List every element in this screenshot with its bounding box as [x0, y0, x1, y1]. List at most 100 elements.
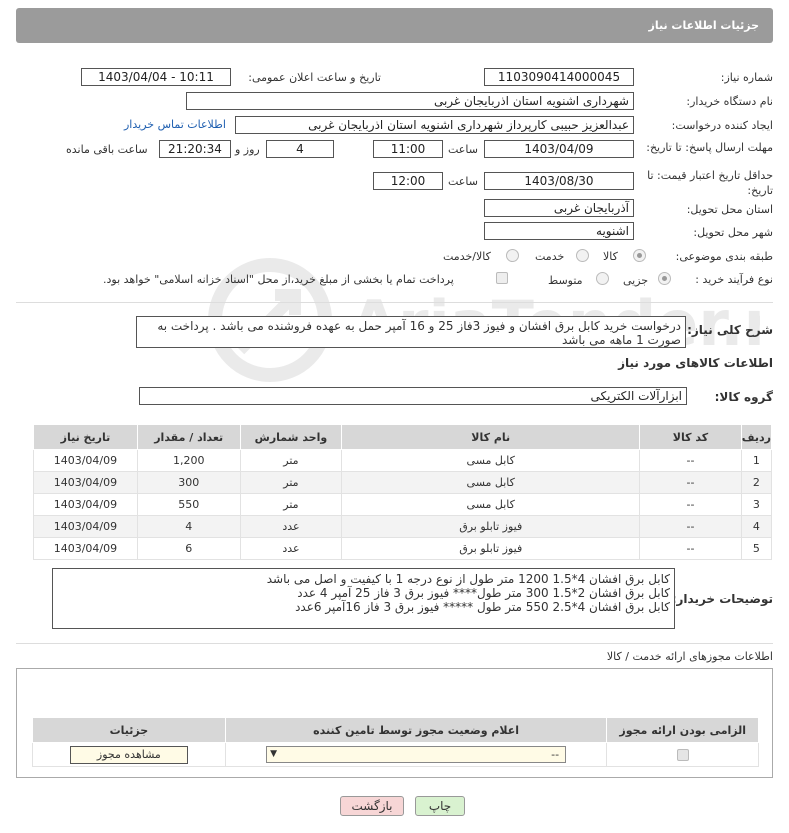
category-label: طبقه بندی موضوعی:: [675, 250, 773, 263]
category-radio-goods[interactable]: [633, 249, 646, 262]
buyer-note-line: کابل برق افشان 4*1.5 1200 متر طول از نوع…: [266, 572, 670, 586]
process-label: نوع فرآیند خرید :: [695, 273, 773, 286]
col-qty: تعداد / مقدار: [136, 424, 241, 450]
deadline-label: مهلت ارسال پاسخ: تا تاریخ:: [646, 141, 773, 154]
cell-name: فیوز تابلو برق: [341, 537, 641, 560]
permit-status-select[interactable]: ▼ --: [266, 746, 567, 763]
cell-unit: عدد: [239, 515, 343, 538]
view-permit-button[interactable]: مشاهده مجوز: [69, 745, 188, 764]
description-textarea: درخواست خرید کابل برق افشان و فیوز 3فاز …: [136, 316, 686, 348]
table-row: 3 -- کابل مسی متر 550 1403/04/09: [33, 493, 773, 516]
permit-select-chevron-icon: ▼: [270, 749, 278, 759]
payment-note: پرداخت تمام یا بخشی از مبلغ خرید،از محل …: [103, 273, 454, 286]
permits-table-header: الزامی بودن ارائه مجوز اعلام وضعیت مجوز …: [32, 717, 759, 743]
cell-unit: متر: [239, 449, 343, 472]
permit-required-checkbox: [676, 749, 689, 761]
divider-2: [16, 643, 773, 644]
goods-group-field: ابزارآلات الکتریکی: [139, 387, 687, 405]
cell-row: 4: [740, 515, 773, 538]
permit-details-cell: مشاهده مجوز: [32, 742, 226, 767]
process-radio-medium[interactable]: [596, 272, 609, 285]
days-label: روز و: [235, 143, 260, 156]
cell-name: فیوز تابلو برق: [341, 515, 641, 538]
cell-row: 2: [740, 471, 773, 494]
goods-table-container: ردیف کد کالا نام کالا واحد شمارش تعداد /…: [33, 424, 773, 560]
cell-date: 1403/04/09: [33, 471, 138, 494]
remaining-label: ساعت باقی مانده: [66, 143, 148, 156]
city-field: اشنویه: [484, 222, 634, 240]
col-code: کد کالا: [639, 424, 742, 450]
print-button[interactable]: چاپ: [415, 796, 465, 816]
cell-unit: متر: [239, 471, 343, 494]
goods-group-label: گروه کالا:: [714, 390, 773, 404]
permit-required-cell: [606, 742, 759, 767]
days-field: 4: [266, 140, 334, 158]
city-label: شهر محل تحویل:: [693, 226, 773, 239]
description-text: درخواست خرید کابل برق افشان و فیوز 3فاز …: [157, 319, 681, 347]
price-validity-time-label: ساعت: [448, 175, 478, 188]
cell-code: --: [639, 471, 742, 494]
permit-select-value: --: [551, 748, 560, 761]
province-label: استان محل تحویل:: [686, 203, 773, 216]
buyer-note-line: کابل برق افشان 4*2.5 550 متر طول ***** ف…: [295, 600, 670, 614]
buyer-notes-textarea: کابل برق افشان 4*1.5 1200 متر طول از نوع…: [52, 568, 675, 629]
deadline-time-label: ساعت: [448, 143, 478, 156]
divider-1: [16, 302, 773, 303]
cell-name: کابل مسی: [341, 471, 641, 494]
permits-table: الزامی بودن ارائه مجوز اعلام وضعیت مجوز …: [32, 717, 759, 767]
need-number-field: 1103090414000045: [484, 68, 634, 86]
cell-name: کابل مسی: [341, 493, 641, 516]
buyer-contact-link[interactable]: اطلاعات تماس خریدار: [124, 118, 226, 131]
table-row: 2 -- کابل مسی متر 300 1403/04/09: [33, 471, 773, 494]
process-radio-minor[interactable]: [658, 272, 671, 285]
price-validity-time-field: 12:00: [373, 172, 443, 190]
announce-label: تاریخ و ساعت اعلان عمومی:: [248, 71, 381, 84]
cell-code: --: [639, 537, 742, 560]
goods-table-header: ردیف کد کالا نام کالا واحد شمارش تعداد /…: [33, 424, 773, 450]
process-option-minor: جزیی: [623, 274, 649, 287]
cell-qty: 6: [136, 537, 241, 560]
category-option-both: کالا/خدمت: [443, 250, 491, 263]
category-radio-service[interactable]: [576, 249, 589, 262]
cell-qty: 4: [136, 515, 241, 538]
permits-box: الزامی بودن ارائه مجوز اعلام وضعیت مجوز …: [16, 668, 773, 778]
goods-section-title: اطلاعات کالاهای مورد نیاز: [618, 356, 773, 370]
deadline-date-field: 1403/04/09: [484, 140, 634, 158]
category-option-service: خدمت: [535, 250, 565, 263]
cell-unit: عدد: [239, 537, 343, 560]
permits-section-title: اطلاعات مجوزهای ارائه خدمت / کالا: [606, 650, 773, 663]
col-name: نام کالا: [341, 424, 641, 450]
province-field: آذربایجان غربی: [484, 199, 634, 217]
cell-name: کابل مسی: [341, 449, 641, 472]
col-date: تاریخ نیاز: [33, 424, 138, 450]
buyer-org-field: شهرداری اشنویه استان اذربایجان غربی: [186, 92, 634, 110]
goods-table: ردیف کد کالا نام کالا واحد شمارش تعداد /…: [33, 424, 773, 560]
description-label: شرح کلی نیاز:: [687, 323, 773, 337]
table-row: 1 -- کابل مسی متر 1,200 1403/04/09: [33, 449, 773, 472]
table-row: 4 -- فیوز تابلو برق عدد 4 1403/04/09: [33, 515, 773, 538]
treasury-payment-checkbox[interactable]: [496, 272, 508, 284]
buyer-org-label: نام دستگاه خریدار:: [686, 95, 773, 108]
permit-status-cell: ▼ --: [224, 742, 608, 767]
cell-qty: 300: [136, 471, 241, 494]
buyer-notes-label: توضیحات خریدار:: [671, 592, 773, 606]
cell-row: 5: [740, 537, 773, 560]
page-title: جزئیات اطلاعات نیاز: [648, 19, 760, 32]
price-validity-label: حداقل تاریخ اعتبار قیمت: تا تاریخ:: [647, 169, 773, 197]
col-row: ردیف: [740, 424, 773, 450]
back-button[interactable]: بازگشت: [340, 796, 404, 816]
announce-field: 1403/04/04 - 10:11: [81, 68, 231, 86]
cell-qty: 1,200: [136, 449, 241, 472]
cell-row: 3: [740, 493, 773, 516]
requester-label: ایجاد کننده درخواست:: [671, 119, 773, 132]
cell-date: 1403/04/09: [33, 537, 138, 560]
col-unit: واحد شمارش: [239, 424, 343, 450]
cell-code: --: [639, 449, 742, 472]
cell-date: 1403/04/09: [33, 493, 138, 516]
col-permit-required: الزامی بودن ارائه مجوز: [606, 717, 759, 743]
cell-unit: متر: [239, 493, 343, 516]
col-permit-details: جزئیات: [32, 717, 226, 743]
need-number-label: شماره نیاز:: [720, 71, 773, 84]
category-radio-both[interactable]: [506, 249, 519, 262]
buyer-note-line: کابل برق افشان 2*1.5 300 متر طول**** فیو…: [297, 586, 670, 600]
